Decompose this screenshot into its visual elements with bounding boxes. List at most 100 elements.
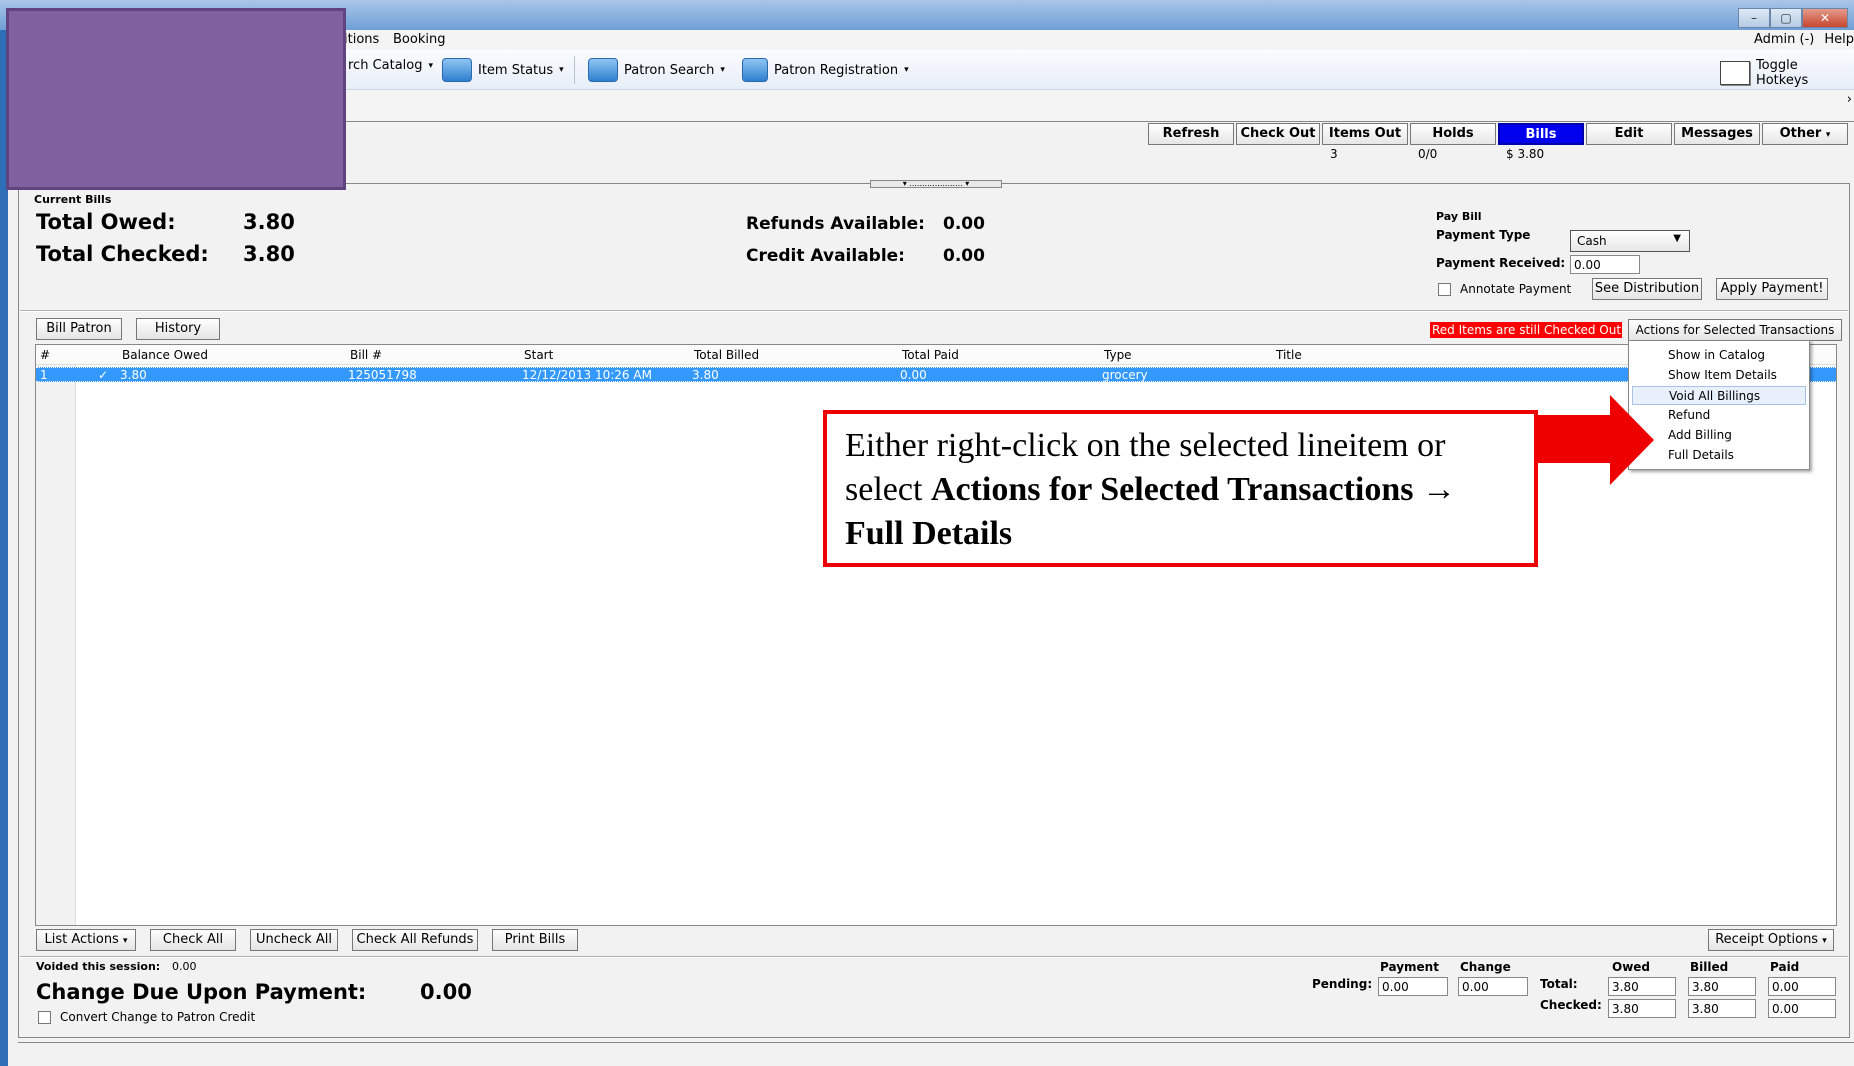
column-header-total-paid[interactable]: Total Paid [902,348,959,362]
items-out-button[interactable]: Items Out [1322,123,1408,145]
pay-bill-title: Pay Bill [1436,210,1482,223]
edit-button[interactable]: Edit [1586,123,1672,145]
column-header-total-billed[interactable]: Total Billed [694,348,759,362]
check-out-button[interactable]: Check Out [1236,123,1320,145]
other-button[interactable]: Other ▾ [1762,123,1848,145]
row-bill-number: 125051798 [348,368,417,382]
close-icon[interactable]: ✕ [1802,8,1848,28]
redacted-patron-area [6,8,346,190]
payment-type-select[interactable]: Cash ▼ [1570,230,1690,252]
table-row[interactable]: 1 ✓ 3.80 125051798 12/12/2013 10:26 AM 3… [36,367,1836,382]
callout-line-3: Full Details [845,515,1013,552]
toggle-hotkeys-button[interactable]: Toggle Hotkeys [1720,58,1854,88]
menu-item-booking[interactable]: Booking [393,32,445,47]
payment-received-input[interactable]: 0.00 [1570,255,1640,274]
checked-paid-field: 0.00 [1768,999,1836,1018]
bills-count: $ 3.80 [1506,147,1545,161]
chevron-down-icon: ▾ [904,65,909,75]
payment-header: Payment [1380,960,1439,974]
column-header-title[interactable]: Title [1276,348,1302,362]
menu-show-item-details[interactable]: Show Item Details [1632,366,1806,385]
pending-payment-field: 0.00 [1378,977,1448,996]
payment-type-label: Payment Type [1436,228,1531,242]
item-status-button[interactable]: Item Status ▾ [442,58,564,82]
search-catalog-button[interactable]: rch Catalog ▾ [348,58,433,73]
row-total-billed: 3.80 [692,368,719,382]
row-check-icon[interactable]: ✓ [98,368,108,382]
payment-received-label: Payment Received: [1436,256,1566,270]
list-actions-button[interactable]: List Actions ▾ [36,929,136,951]
annotate-payment-label: Annotate Payment [1460,282,1572,296]
menu-show-in-catalog[interactable]: Show in Catalog [1632,346,1806,365]
column-header-number[interactable]: # [40,348,50,362]
check-all-button[interactable]: Check All [150,929,236,951]
billed-header: Billed [1690,960,1729,974]
credit-value: 0.00 [943,246,985,266]
change-due-label: Change Due Upon Payment: [36,980,367,1004]
maximize-icon[interactable]: ▢ [1770,8,1802,28]
chevron-down-icon: ▾ [559,65,564,75]
row-gutter [36,365,76,925]
see-distribution-button[interactable]: See Distribution [1592,278,1702,300]
receipt-options-button[interactable]: Receipt Options ▾ [1708,929,1834,951]
close-tab-icon[interactable]: › [1847,92,1852,107]
divider [20,310,1848,312]
owed-header: Owed [1612,960,1651,974]
minimize-icon[interactable]: – [1738,8,1770,28]
help-link[interactable]: Help [1824,32,1854,47]
checked-owed-field: 3.80 [1608,999,1676,1018]
column-header-bill[interactable]: Bill # [350,348,382,362]
history-button[interactable]: History [136,318,220,340]
patron-search-button[interactable]: Patron Search ▾ [588,58,725,82]
menu-refund[interactable]: Refund [1632,406,1806,425]
total-checked-label: Total Checked: [36,242,209,266]
table-header: # Balance Owed Bill # Start Total Billed… [36,345,1836,365]
bill-patron-button[interactable]: Bill Patron [36,318,122,340]
chevron-down-icon: ▾ [428,60,434,71]
menu-full-details[interactable]: Full Details [1632,446,1806,465]
divider [20,956,1848,958]
menu-void-all-billings[interactable]: Void All Billings [1632,386,1806,405]
check-all-refunds-button[interactable]: Check All Refunds [352,929,478,951]
splitter-grip[interactable]: ▾ ..................... ▾ [870,180,1002,188]
holds-button[interactable]: Holds [1410,123,1496,145]
paid-header: Paid [1770,960,1800,974]
uncheck-all-button[interactable]: Uncheck All [250,929,338,951]
menu-add-billing[interactable]: Add Billing [1632,426,1806,445]
convert-change-label: Convert Change to Patron Credit [60,1010,256,1024]
menu-item-options[interactable]: itions [344,32,379,47]
column-header-type[interactable]: Type [1104,348,1132,362]
column-header-start[interactable]: Start [524,348,553,362]
checked-billed-field: 3.80 [1688,999,1756,1018]
actions-for-selected-button[interactable]: Actions for Selected Transactions [1628,319,1842,341]
total-checked-value: 3.80 [243,242,295,266]
chevron-down-icon: ▾ [122,936,128,946]
admin-link[interactable]: Admin (-) [1754,32,1814,47]
status-bar [18,1042,1854,1066]
row-start: 12/12/2013 10:26 AM [522,368,652,382]
print-bills-button[interactable]: Print Bills [492,929,578,951]
magnifier-icon [588,58,618,82]
convert-change-checkbox[interactable] [38,1011,51,1024]
chevron-down-icon: ▼ [1673,233,1681,244]
patron-registration-button[interactable]: Patron Registration ▾ [742,58,909,82]
chevron-down-icon: ▾ [1825,130,1831,140]
annotate-payment-checkbox[interactable] [1438,283,1451,296]
total-owed-field: 3.80 [1608,977,1676,996]
row-balance: 3.80 [120,368,147,382]
row-total-paid: 0.00 [900,368,927,382]
keyboard-icon [1720,61,1750,85]
items-out-count: 3 [1330,147,1338,161]
toolbar-divider [574,56,575,84]
red-arrow-icon [1538,395,1654,485]
checked-label: Checked: [1540,998,1602,1012]
red-items-warning: Red Items are still Checked Out [1430,322,1622,338]
credit-label: Credit Available: [746,246,905,266]
refresh-button[interactable]: Refresh [1148,123,1234,145]
column-header-balance[interactable]: Balance Owed [122,348,208,362]
apply-payment-button[interactable]: Apply Payment! [1716,278,1828,300]
total-owed-value: 3.80 [243,210,295,234]
messages-button[interactable]: Messages [1674,123,1760,145]
bills-button[interactable]: Bills [1498,123,1584,145]
refunds-label: Refunds Available: [746,214,925,234]
